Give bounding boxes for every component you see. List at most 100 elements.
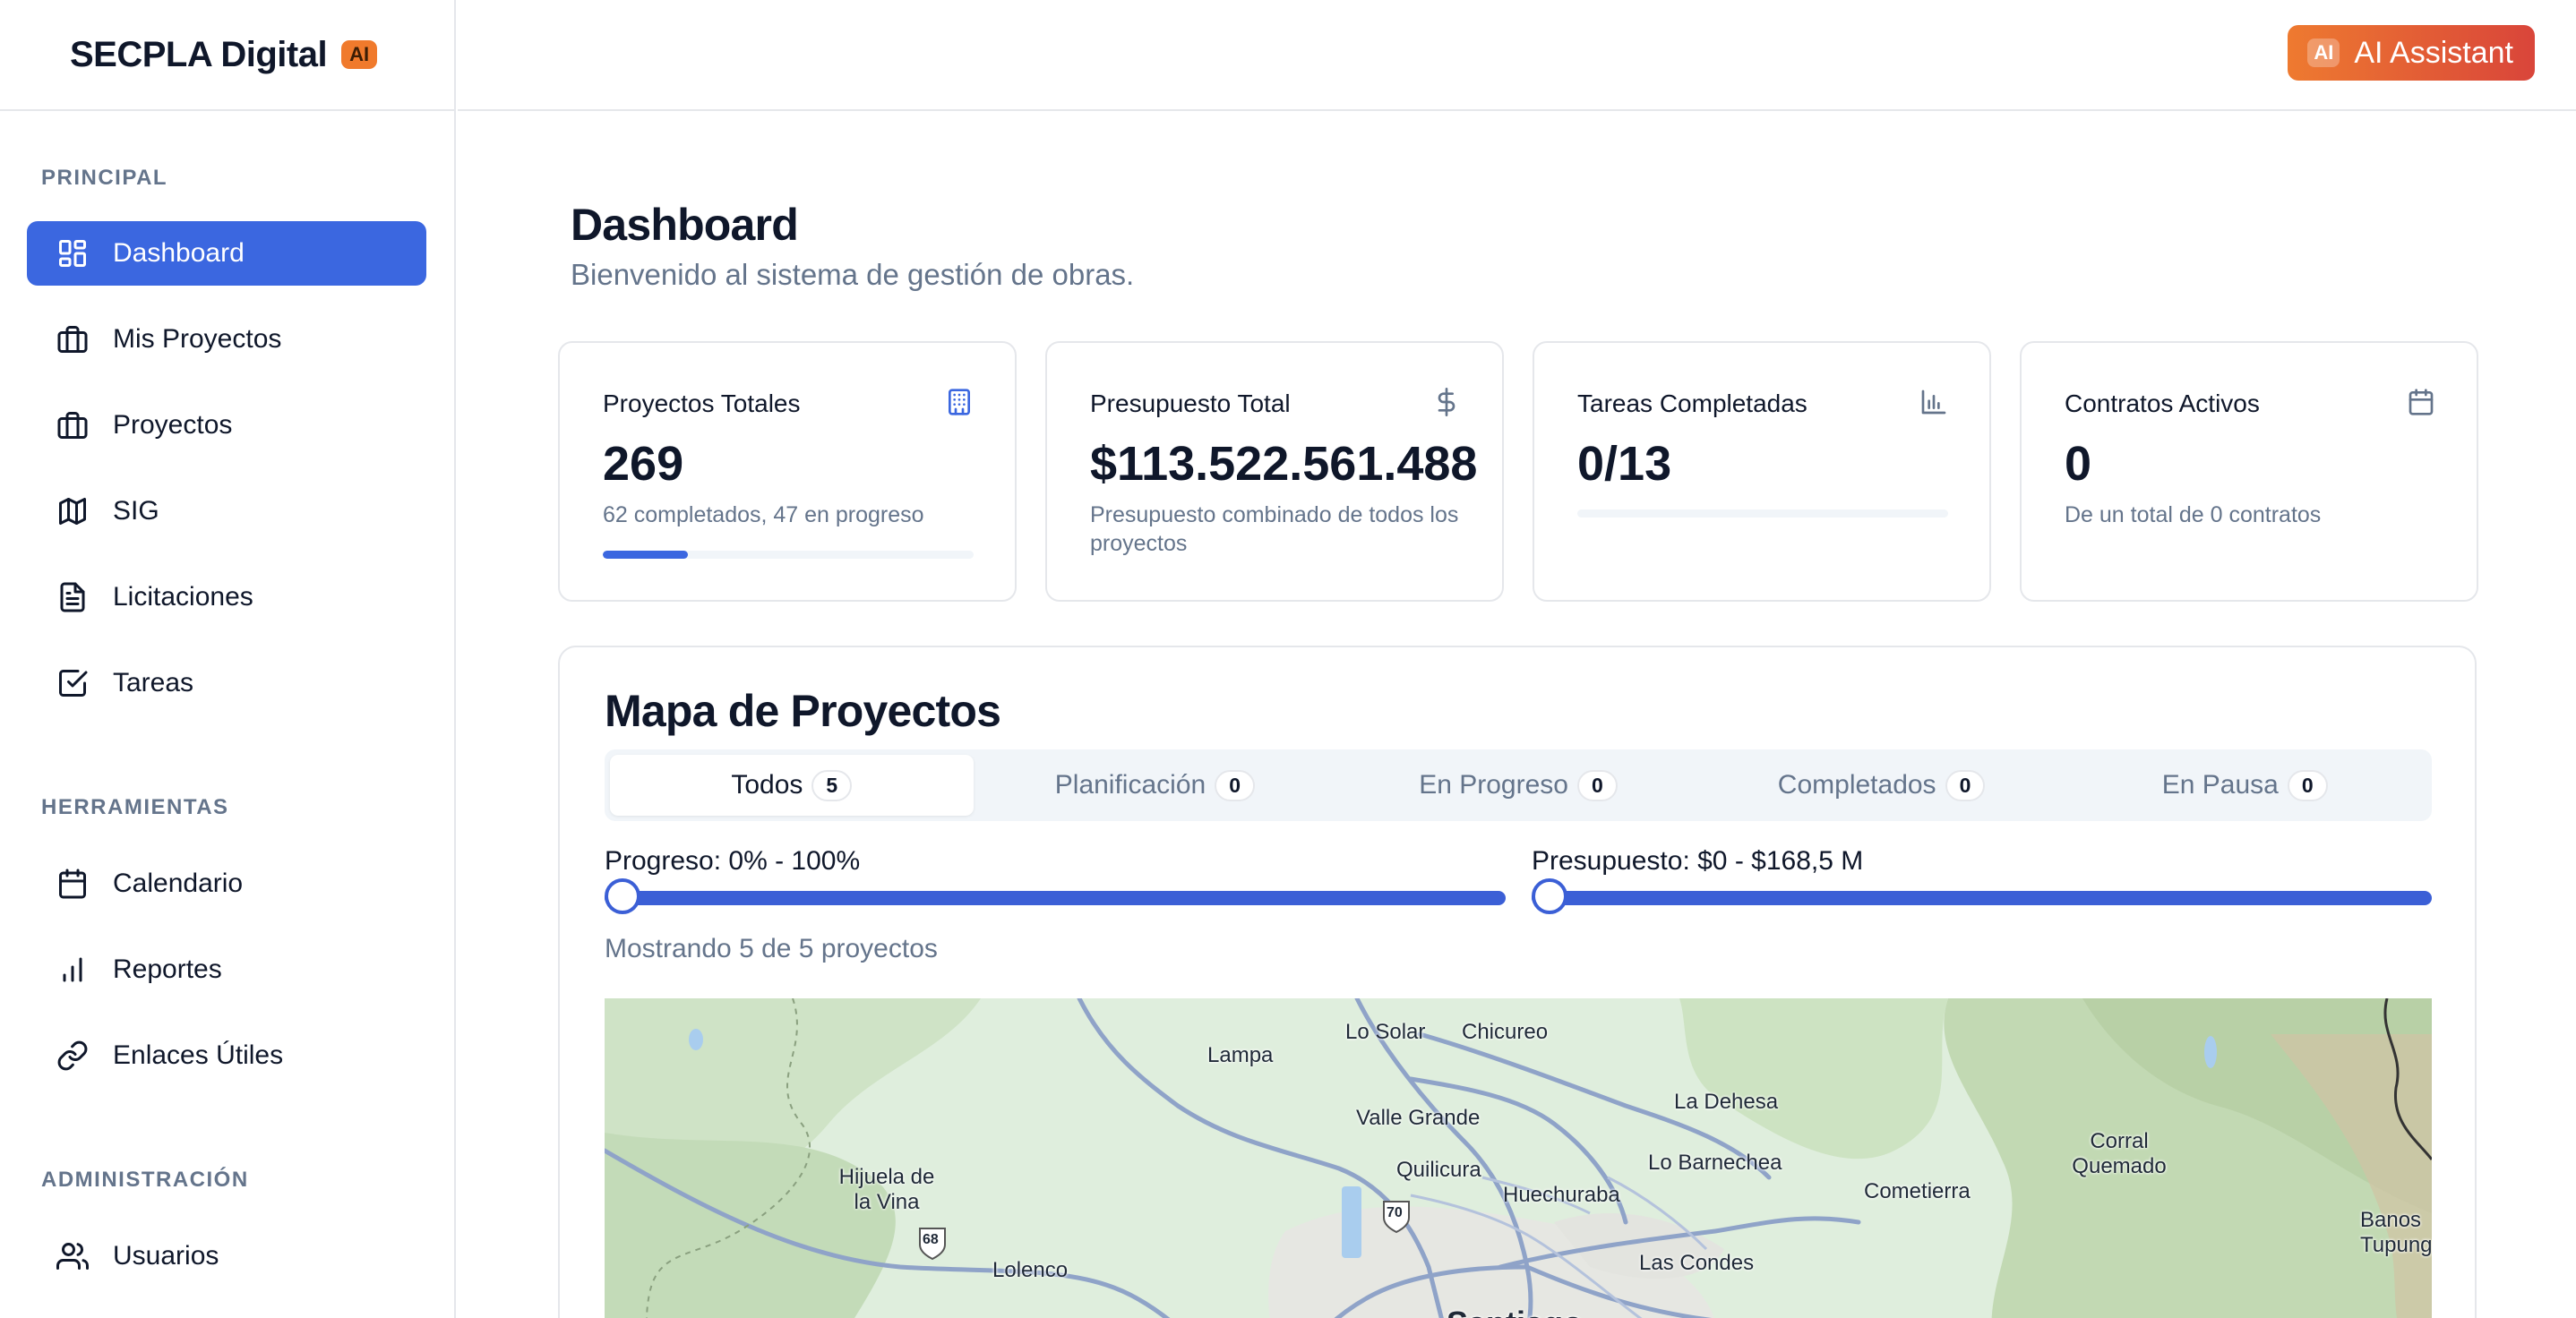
tab-todos[interactable]: Todos 5 bbox=[610, 755, 974, 816]
route-shield-label: 70 bbox=[1387, 1205, 1403, 1220]
tab-count: 0 bbox=[1576, 769, 1618, 801]
tab-label: Todos bbox=[731, 770, 803, 800]
map-label: Lampa bbox=[1207, 1043, 1274, 1067]
sidebar-item-mis-proyectos[interactable]: Mis Proyectos bbox=[27, 307, 426, 372]
card-label: Contratos Activos bbox=[2065, 389, 2260, 417]
results-count: Mostrando 5 de 5 proyectos bbox=[605, 934, 938, 963]
sidebar-item-licitaciones[interactable]: Licitaciones bbox=[27, 565, 426, 629]
calendar-icon bbox=[56, 867, 90, 901]
brand[interactable]: SECPLA Digital AI bbox=[0, 0, 454, 111]
map-label: Chicureo bbox=[1462, 1020, 1549, 1044]
status-tabs: Todos 5 Planificación 0 En Progreso 0 Co… bbox=[605, 749, 2432, 821]
tab-count: 5 bbox=[811, 769, 853, 801]
section-title-herramientas: HERRAMIENTAS bbox=[41, 795, 229, 819]
users-icon bbox=[56, 1239, 90, 1273]
sidebar-item-reportes[interactable]: Reportes bbox=[27, 937, 426, 1002]
map-label-city: Santiago bbox=[1447, 1305, 1583, 1318]
sidebar-item-label: Licitaciones bbox=[113, 582, 253, 612]
ai-badge: AI bbox=[341, 40, 378, 69]
map-label: Huechuraba bbox=[1503, 1183, 1620, 1207]
budget-slider-track[interactable] bbox=[1532, 891, 2432, 905]
check-square-icon bbox=[56, 666, 90, 700]
stat-card-tareas-completadas: Tareas Completadas 0/13 bbox=[1533, 341, 1991, 602]
map-label: Lolenco bbox=[992, 1258, 1069, 1282]
sidebar-item-proyectos[interactable]: Proyectos bbox=[27, 393, 426, 458]
tab-label: Planificación bbox=[1054, 770, 1206, 800]
tab-label: En Pausa bbox=[2161, 770, 2279, 800]
tab-en-pausa[interactable]: En Pausa 0 bbox=[2063, 755, 2426, 816]
calendar-icon bbox=[2407, 388, 2435, 416]
stat-card-proyectos-totales: Proyectos Totales 269 62 completados, 47… bbox=[558, 341, 1017, 602]
sidebar: SECPLA Digital AI PRINCIPAL Dashboard Mi… bbox=[0, 0, 456, 1318]
section-title-principal: PRINCIPAL bbox=[41, 166, 168, 190]
tab-planificacion[interactable]: Planificación 0 bbox=[974, 755, 1337, 816]
map-label: Lo Barnechea bbox=[1648, 1151, 1782, 1175]
sidebar-item-label: Tareas bbox=[113, 668, 194, 698]
link-icon bbox=[56, 1039, 90, 1073]
sidebar-item-label: Reportes bbox=[113, 954, 222, 984]
tab-count: 0 bbox=[2287, 769, 2328, 801]
map-label: Corral Quemado bbox=[2072, 1129, 2167, 1178]
tab-label: En Progreso bbox=[1419, 770, 1568, 800]
dollar-icon bbox=[1432, 388, 1461, 416]
sidebar-item-label: Dashboard bbox=[113, 238, 245, 268]
budget-slider-thumb[interactable] bbox=[1532, 878, 1567, 914]
map-label: Cometierra bbox=[1864, 1179, 1971, 1203]
map-label: Banos Tupung bbox=[2360, 1208, 2432, 1257]
card-subtext: De un total de 0 contratos bbox=[2065, 502, 2322, 527]
bar-chart-icon bbox=[1919, 388, 1948, 416]
sidebar-item-label: Enlaces Útiles bbox=[113, 1040, 284, 1070]
bar-chart-icon bbox=[56, 953, 90, 987]
briefcase-icon bbox=[56, 408, 90, 442]
tab-count: 0 bbox=[1945, 769, 1986, 801]
file-text-icon bbox=[56, 580, 90, 614]
map-label: Lo Solar bbox=[1345, 1020, 1426, 1044]
building-icon bbox=[945, 388, 974, 416]
progress-slider-thumb[interactable] bbox=[605, 878, 640, 914]
sidebar-item-usuarios[interactable]: Usuarios bbox=[27, 1224, 426, 1288]
ai-assistant-label: AI Assistant bbox=[2354, 35, 2513, 70]
progress-bar bbox=[1577, 509, 1948, 518]
map-icon bbox=[56, 494, 90, 528]
sidebar-item-label: SIG bbox=[113, 496, 159, 526]
sidebar-item-tareas[interactable]: Tareas bbox=[27, 651, 426, 715]
card-subtext: Presupuesto combinado de todos los proye… bbox=[1090, 502, 1459, 556]
progress-fill bbox=[603, 551, 689, 559]
map-panel: Mapa de Proyectos Todos 5 Planificación … bbox=[558, 646, 2477, 1318]
progress-slider-track[interactable] bbox=[605, 891, 1506, 905]
card-subtext: 62 completados, 47 en progreso bbox=[603, 502, 924, 527]
sidebar-item-enlaces-utiles[interactable]: Enlaces Útiles bbox=[27, 1023, 426, 1088]
card-label: Proyectos Totales bbox=[603, 389, 801, 417]
tab-completados[interactable]: Completados 0 bbox=[1700, 755, 2064, 816]
card-label: Tareas Completadas bbox=[1577, 389, 1807, 417]
section-title-administracion: ADMINISTRACIÓN bbox=[41, 1168, 249, 1192]
card-value: 269 bbox=[603, 437, 684, 491]
ai-assistant-button[interactable]: AI AI Assistant bbox=[2288, 25, 2535, 81]
progress-bar bbox=[603, 551, 974, 559]
budget-filter-label: Presupuesto: $0 - $168,5 M bbox=[1532, 846, 1864, 876]
map-label: Valle Grande bbox=[1356, 1106, 1481, 1130]
card-value: 0 bbox=[2065, 437, 2092, 491]
sidebar-item-label: Proyectos bbox=[113, 410, 233, 440]
map-label: Las Condes bbox=[1639, 1251, 1755, 1275]
brand-title: SECPLA Digital bbox=[70, 34, 328, 74]
stat-card-presupuesto-total: Presupuesto Total $113.522.561.488 Presu… bbox=[1045, 341, 1504, 602]
sidebar-item-label: Mis Proyectos bbox=[113, 324, 282, 354]
sidebar-item-sig[interactable]: SIG bbox=[27, 479, 426, 543]
stat-card-contratos-activos: Contratos Activos 0 De un total de 0 con… bbox=[2020, 341, 2478, 602]
briefcase-icon bbox=[56, 322, 90, 356]
tab-en-progreso[interactable]: En Progreso 0 bbox=[1336, 755, 1700, 816]
map-label: Quilicura bbox=[1396, 1158, 1481, 1182]
sidebar-item-dashboard[interactable]: Dashboard bbox=[27, 221, 426, 286]
ai-chip: AI bbox=[2307, 39, 2340, 67]
tab-label: Completados bbox=[1777, 770, 1936, 800]
card-value: $113.522.561.488 bbox=[1090, 437, 1478, 491]
projects-map[interactable]: Lo Solar Chicureo Lampa La Dehesa Valle … bbox=[605, 998, 2432, 1318]
route-shield-label: 68 bbox=[923, 1232, 939, 1247]
sidebar-item-label: Usuarios bbox=[113, 1241, 219, 1271]
progress-filter-label: Progreso: 0% - 100% bbox=[605, 846, 861, 876]
map-label: La Dehesa bbox=[1674, 1090, 1779, 1114]
tab-count: 0 bbox=[1215, 769, 1255, 801]
sidebar-item-calendario[interactable]: Calendario bbox=[27, 852, 426, 916]
card-label: Presupuesto Total bbox=[1090, 389, 1291, 417]
